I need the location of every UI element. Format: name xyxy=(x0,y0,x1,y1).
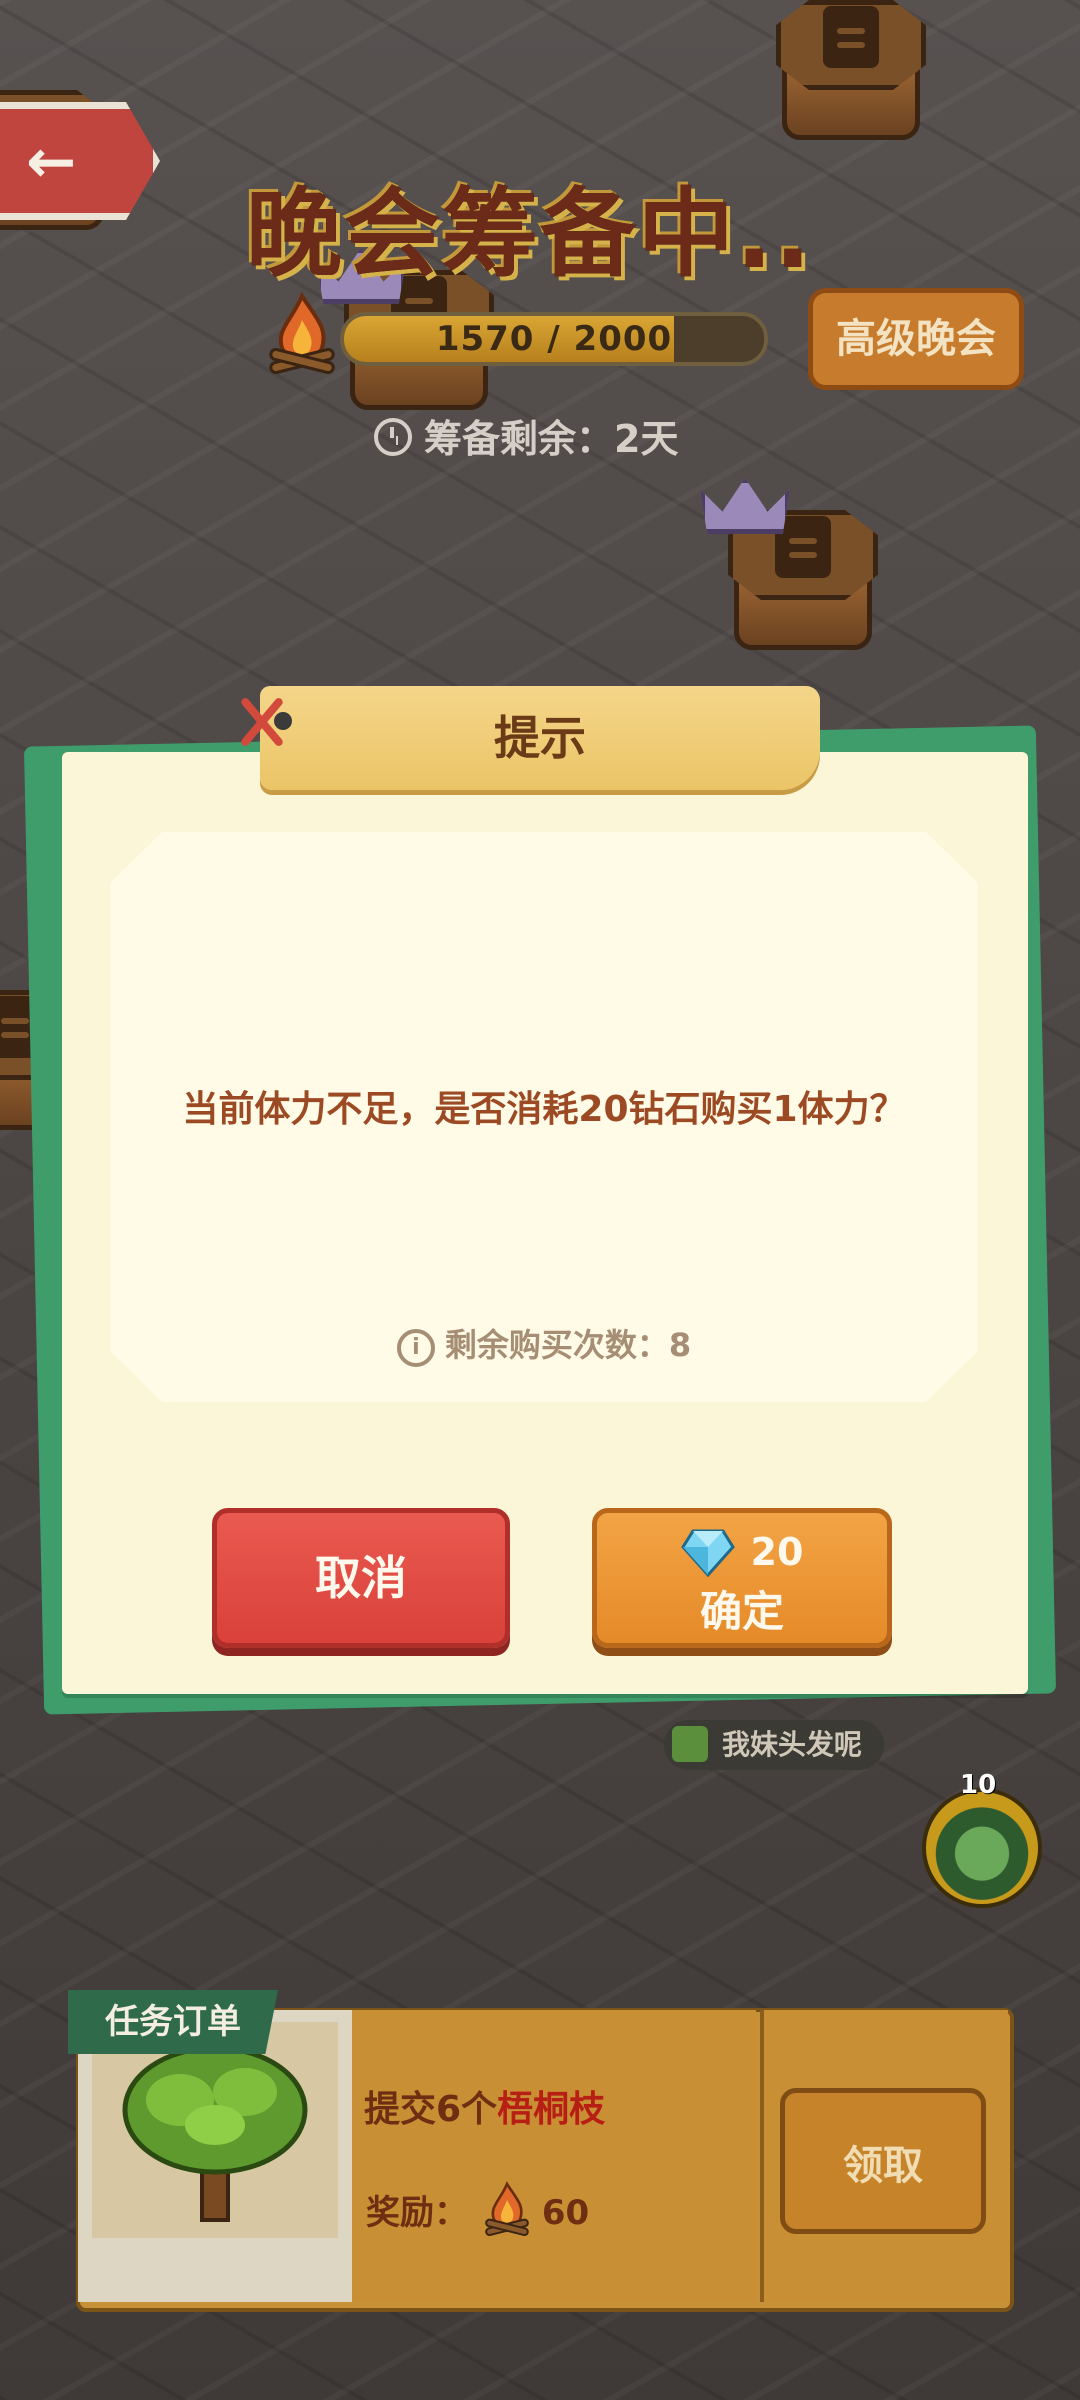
task-reward: 奖励： 60 xyxy=(366,2180,589,2240)
pin-icon xyxy=(232,692,292,752)
confirm-label: 确定 xyxy=(699,1587,784,1636)
cancel-button[interactable]: 取消 xyxy=(212,1508,510,1648)
confirm-cost: 20 xyxy=(597,1525,887,1579)
order-board-pillar xyxy=(776,0,926,140)
preparation-remaining-text: 筹备剩余：2天 xyxy=(424,417,679,461)
progress-text: 1570 / 2000 xyxy=(435,319,673,359)
claim-button[interactable]: 领取 xyxy=(780,2088,986,2234)
campfire-icon xyxy=(485,2181,529,2237)
preparation-remaining: 筹备剩余：2天 xyxy=(374,408,678,463)
info-icon: i xyxy=(396,1329,435,1367)
player-name-tag: 我妹头发呢 xyxy=(664,1720,885,1770)
remaining-purchases: i 剩余购买次数：8 xyxy=(110,1320,978,1367)
dialog-header: 提示 xyxy=(260,686,820,790)
campfire-icon xyxy=(269,291,335,375)
task-item-name: 梧桐枝 xyxy=(497,2089,606,2130)
dialog-title: 提示 xyxy=(494,711,586,765)
confirm-button[interactable]: 20 确定 xyxy=(592,1508,892,1648)
task-info xyxy=(352,2010,756,2302)
remaining-purchases-text: 剩余购买次数：8 xyxy=(444,1326,692,1364)
preparation-progress-bar: 1570 / 2000 xyxy=(340,312,768,366)
clover-icon xyxy=(672,1726,708,1762)
page-title: 晚会筹备中.. xyxy=(246,178,813,290)
dialog-message: 当前体力不足，是否消耗20钻石购买1体力？ xyxy=(182,1089,906,1130)
reward-label: 奖励： xyxy=(366,2193,468,2233)
reward-value: 60 xyxy=(541,2193,590,2233)
stamina-token-count: 10 xyxy=(960,1770,997,1800)
diamond-icon xyxy=(680,1529,735,1578)
task-order-tag: 任务订单 xyxy=(68,1990,278,2054)
advanced-party-button[interactable]: 高级晚会 xyxy=(808,288,1024,390)
stamina-token[interactable] xyxy=(922,1788,1042,1908)
task-desc-prefix: 提交6个 xyxy=(364,2089,498,2130)
tree-icon xyxy=(122,2045,308,2222)
task-description: 提交6个梧桐枝 xyxy=(364,2080,605,2132)
player-name: 我妹头发呢 xyxy=(722,1728,863,1761)
back-button[interactable]: ← xyxy=(0,102,160,220)
confirm-cost-value: 20 xyxy=(750,1530,804,1574)
arrow-left-icon: ← xyxy=(26,127,77,197)
clock-icon xyxy=(374,418,412,456)
